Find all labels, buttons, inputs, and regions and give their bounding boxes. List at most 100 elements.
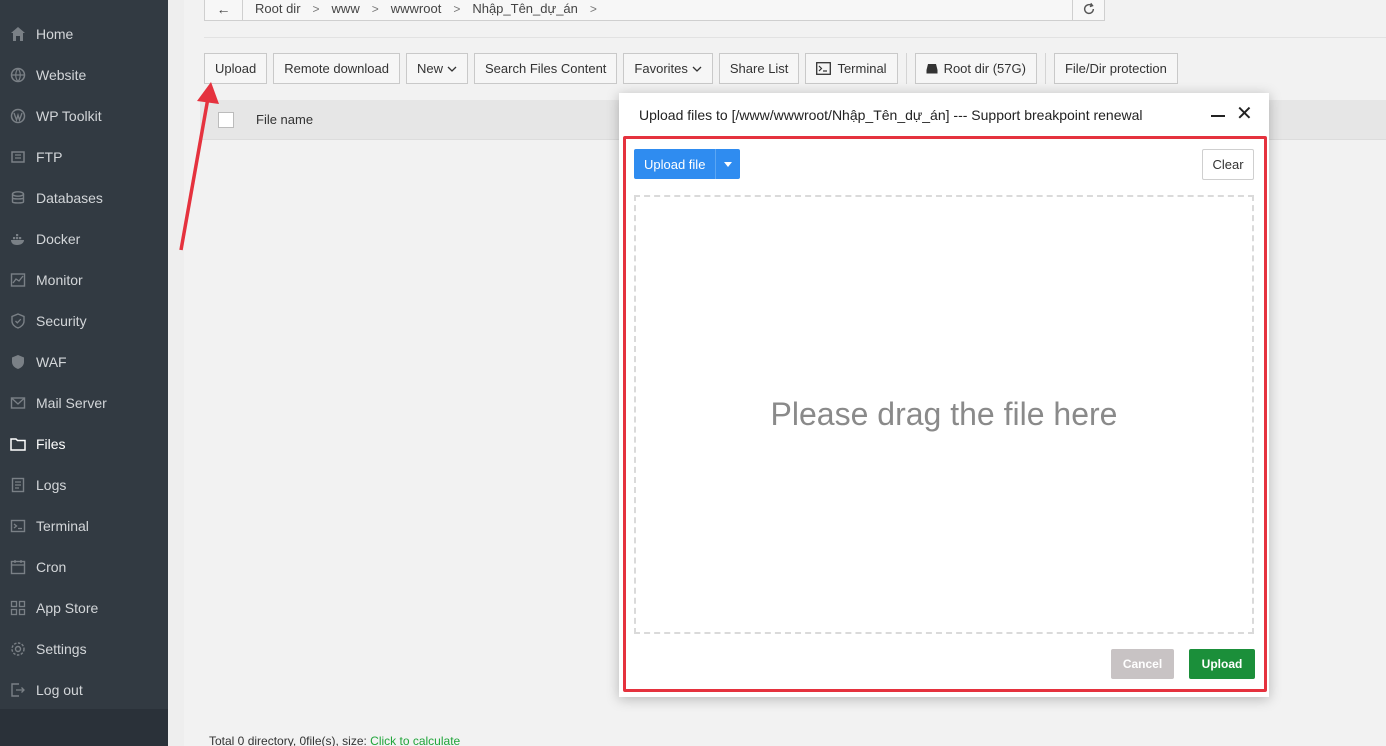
sidebar-item-wp-toolkit[interactable]: WP Toolkit <box>0 95 168 136</box>
monitor-icon <box>10 272 26 288</box>
favorites-label: Favorites <box>634 61 688 76</box>
sidebar-item-label: Docker <box>36 230 81 247</box>
apps-icon <box>10 600 26 616</box>
chevron-right-icon: > <box>453 1 461 16</box>
shield-icon <box>10 312 26 329</box>
file-dir-protection-button[interactable]: File/Dir protection <box>1053 53 1178 84</box>
sidebar: Home Website WP Toolkit FTP Databases Do… <box>0 0 168 746</box>
new-dropdown-button[interactable]: New <box>406 53 469 84</box>
breadcrumb-item[interactable]: www <box>326 1 366 16</box>
sidebar-item-label: WP Toolkit <box>36 107 102 124</box>
sidebar-item-label: Website <box>36 66 87 83</box>
chevron-right-icon: > <box>371 1 379 16</box>
disk-icon <box>926 63 938 74</box>
waf-icon <box>10 354 26 370</box>
select-all-checkbox[interactable] <box>218 111 234 128</box>
sidebar-item-docker[interactable]: Docker <box>0 218 168 259</box>
dialog-header: Upload files to [/www/wwwroot/Nhập_Tên_d… <box>619 93 1269 136</box>
dialog-title: Upload files to [/www/wwwroot/Nhập_Tên_d… <box>639 106 1143 123</box>
upload-dialog: Upload files to [/www/wwwroot/Nhập_Tên_d… <box>619 93 1269 697</box>
chevron-right-icon: > <box>589 1 597 16</box>
sidebar-item-log-out[interactable]: Log out <box>0 669 168 710</box>
terminal-icon <box>816 62 832 75</box>
drop-zone-hint: Please drag the file here <box>770 396 1118 432</box>
breadcrumb-item[interactable]: Nhập_Tên_dự_án <box>466 1 584 16</box>
sidebar-item-label: Mail Server <box>36 394 107 411</box>
upload-file-button[interactable]: Upload file <box>634 149 716 179</box>
column-header-file-name[interactable]: File name <box>256 112 313 127</box>
minimize-icon[interactable] <box>1210 107 1226 123</box>
sidebar-item-label: Monitor <box>36 271 83 288</box>
breadcrumb: Root dir > www > wwwroot > Nhập_Tên_dự_á… <box>243 1 603 16</box>
toolbar: Upload Remote download New Search Files … <box>204 53 1184 84</box>
upload-submit-button[interactable]: Upload <box>1189 649 1255 679</box>
globe-icon <box>10 67 26 83</box>
logout-icon <box>10 682 26 698</box>
sidebar-footer <box>0 709 168 746</box>
sidebar-item-monitor[interactable]: Monitor <box>0 259 168 300</box>
folder-icon <box>10 436 26 452</box>
chevron-right-icon: > <box>312 1 320 16</box>
back-button[interactable]: ← <box>205 0 243 20</box>
docker-icon <box>10 231 26 247</box>
toolbar-divider <box>1044 53 1046 84</box>
sidebar-item-label: Databases <box>36 189 103 206</box>
root-dir-button[interactable]: Root dir (57G) <box>914 53 1037 84</box>
root-dir-label: Root dir (57G) <box>943 61 1026 76</box>
sidebar-item-label: App Store <box>36 599 99 616</box>
sidebar-item-files[interactable]: Files <box>0 423 168 464</box>
gear-icon <box>10 641 26 657</box>
ftp-icon <box>10 149 26 165</box>
refresh-button[interactable] <box>1072 0 1105 21</box>
database-icon <box>10 190 26 206</box>
sidebar-item-terminal[interactable]: Terminal <box>0 505 168 546</box>
breadcrumb-item[interactable]: Root dir <box>249 1 307 16</box>
wordpress-icon <box>10 108 26 124</box>
file-drop-zone[interactable]: Please drag the file here <box>634 195 1254 634</box>
sidebar-item-label: Settings <box>36 640 87 657</box>
sidebar-item-label: Security <box>36 312 87 329</box>
upload-button[interactable]: Upload <box>204 53 268 84</box>
remote-download-button[interactable]: Remote download <box>273 53 400 84</box>
sidebar-item-label: Logs <box>36 476 67 493</box>
sidebar-item-waf[interactable]: WAF <box>0 341 168 382</box>
breadcrumb-item[interactable]: wwwroot <box>385 1 448 16</box>
upload-file-split-button: Upload file <box>634 149 741 179</box>
caret-down-icon <box>724 161 733 167</box>
sidebar-item-settings[interactable]: Settings <box>0 628 168 669</box>
sidebar-item-mail-server[interactable]: Mail Server <box>0 382 168 423</box>
cancel-button[interactable]: Cancel <box>1111 649 1174 679</box>
sidebar-item-databases[interactable]: Databases <box>0 177 168 218</box>
footer-summary: Total 0 directory, 0file(s), size: <box>209 734 367 746</box>
dialog-body: Upload file Clear Please drag the file h… <box>623 136 1267 692</box>
sidebar-item-website[interactable]: Website <box>0 54 168 95</box>
sidebar-item-ftp[interactable]: FTP <box>0 136 168 177</box>
home-icon <box>10 26 26 42</box>
close-icon[interactable]: ✕ <box>1236 104 1253 124</box>
share-list-button[interactable]: Share List <box>718 53 800 84</box>
terminal-button[interactable]: Terminal <box>805 53 898 84</box>
upload-options-dropdown[interactable] <box>715 149 741 179</box>
sidebar-item-cron[interactable]: Cron <box>0 546 168 587</box>
sidebar-item-label: Cron <box>36 558 67 575</box>
sidebar-nav: Home Website WP Toolkit FTP Databases Do… <box>0 0 168 710</box>
favorites-dropdown-button[interactable]: Favorites <box>623 53 713 84</box>
sidebar-item-security[interactable]: Security <box>0 300 168 341</box>
terminal-icon <box>10 518 26 534</box>
sidebar-item-label: Terminal <box>36 517 89 534</box>
status-footer: Total 0 directory, 0file(s), size: Click… <box>209 734 460 746</box>
calculate-size-link[interactable]: Click to calculate <box>370 734 460 746</box>
arrow-left-icon: ← <box>216 0 231 17</box>
sidebar-item-logs[interactable]: Logs <box>0 464 168 505</box>
toolbar-divider <box>905 53 907 84</box>
clear-button[interactable]: Clear <box>1202 149 1254 180</box>
sidebar-item-home[interactable]: Home <box>0 13 168 54</box>
logs-icon <box>10 477 26 493</box>
search-files-content-button[interactable]: Search Files Content <box>474 53 618 84</box>
refresh-icon <box>1083 2 1094 14</box>
sidebar-item-label: Home <box>36 25 74 42</box>
chevron-down-icon <box>447 66 457 72</box>
mail-icon <box>10 395 26 411</box>
terminal-label: Terminal <box>837 61 887 76</box>
sidebar-item-app-store[interactable]: App Store <box>0 587 168 628</box>
